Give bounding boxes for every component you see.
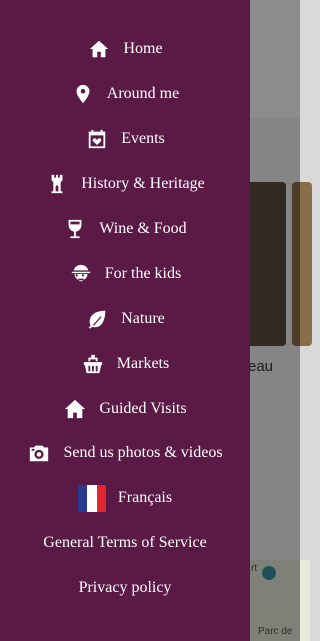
house-icon — [63, 397, 87, 421]
home-icon — [87, 37, 111, 61]
calendar-heart-icon — [85, 127, 109, 151]
drawer-menu: Home Around me Events History & Heritage… — [0, 27, 250, 611]
link-label: General Terms of Service — [43, 534, 207, 552]
menu-item-label: History & Heritage — [81, 175, 205, 193]
general-terms-link[interactable]: General Terms of Service — [0, 521, 250, 566]
leaf-icon — [85, 307, 109, 331]
tower-icon — [45, 172, 69, 196]
kid-face-icon — [69, 262, 93, 286]
camera-icon — [27, 441, 51, 465]
location-pin-icon — [71, 82, 95, 106]
menu-item-label: Nature — [121, 309, 165, 327]
menu-item-for-the-kids[interactable]: For the kids — [0, 251, 250, 296]
menu-item-language-francais[interactable]: Français — [0, 476, 250, 521]
menu-item-home[interactable]: Home — [0, 27, 250, 72]
menu-item-label: Markets — [116, 354, 170, 372]
menu-item-nature[interactable]: Nature — [0, 296, 250, 341]
menu-item-guided-visits[interactable]: Guided Visits — [0, 386, 250, 431]
menu-item-history-heritage[interactable]: History & Heritage — [0, 162, 250, 207]
menu-item-label: Send us photos & videos — [63, 444, 223, 462]
menu-item-markets[interactable]: Markets — [0, 341, 250, 386]
french-flag-icon — [77, 484, 106, 512]
menu-item-label: Events — [121, 130, 165, 148]
navigation-drawer: Home Around me Events History & Heritage… — [0, 0, 250, 641]
basket-icon — [81, 352, 105, 376]
wine-glass-icon — [63, 217, 87, 241]
privacy-policy-link[interactable]: Privacy policy — [0, 566, 250, 611]
menu-item-label: For the kids — [104, 264, 182, 282]
menu-item-label: Around me — [106, 85, 180, 103]
menu-item-send-photos-videos[interactable]: Send us photos & videos — [0, 431, 250, 476]
menu-item-label: Wine & Food — [99, 220, 187, 237]
menu-item-label: Français — [117, 489, 173, 507]
menu-item-label: Home — [123, 40, 163, 58]
menu-item-wine-food[interactable]: Wine & Food — [0, 207, 250, 252]
menu-item-label: Guided Visits — [99, 399, 187, 417]
menu-item-around-me[interactable]: Around me — [0, 72, 250, 117]
link-label: Privacy policy — [78, 579, 172, 597]
menu-item-events[interactable]: Events — [0, 117, 250, 162]
